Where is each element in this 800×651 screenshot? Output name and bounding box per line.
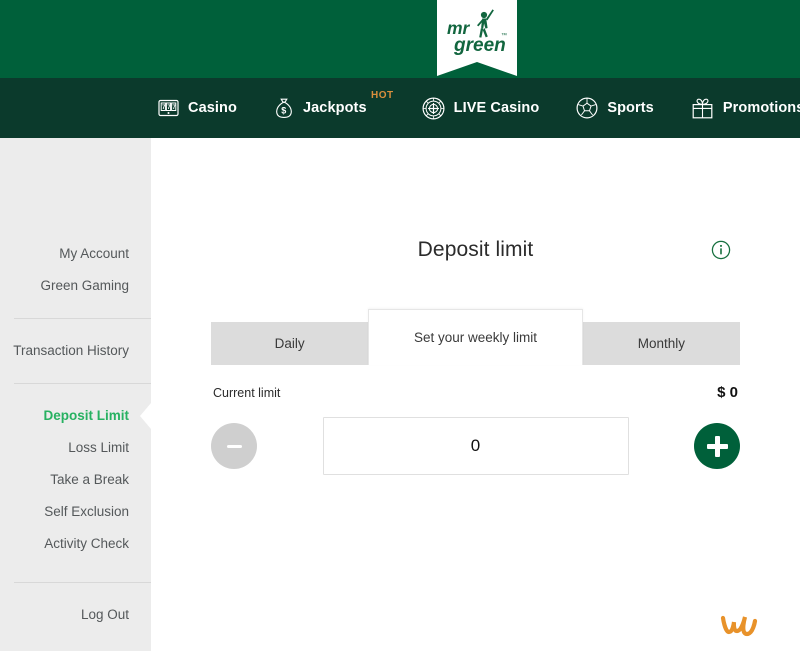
nav-label-casino: Casino <box>188 100 237 116</box>
sidebar-label: Self Exclusion <box>44 504 129 519</box>
sidebar-label: Deposit Limit <box>43 408 129 423</box>
sidebar-divider-3 <box>14 582 151 583</box>
tab-daily[interactable]: Daily <box>211 322 369 365</box>
logo-text-green: green <box>453 35 506 56</box>
plus-icon-vertical <box>714 435 720 457</box>
roulette-wheel-icon <box>422 97 445 120</box>
slot-machine-icon: 7 7 7 <box>158 98 179 118</box>
sidebar-item-log-out[interactable]: Log Out <box>0 599 129 631</box>
sidebar-group-limits: Deposit Limit Loss Limit Take a Break Se… <box>0 400 151 560</box>
sidebar-label: Loss Limit <box>68 440 129 455</box>
active-item-pointer <box>140 403 151 429</box>
sidebar-item-my-account[interactable]: My Account <box>0 238 129 270</box>
mr-green-logo-mark: mr green ™ <box>447 9 507 56</box>
top-brand-bar: mr green ™ <box>0 0 800 78</box>
mr-green-logo[interactable]: mr green ™ <box>437 0 517 76</box>
minus-icon <box>226 444 242 448</box>
w-partner-logo <box>720 612 760 643</box>
money-bag-icon: $ <box>274 97 294 119</box>
tab-label: Monthly <box>637 336 685 351</box>
page-title: Deposit limit <box>417 238 534 261</box>
sidebar-label: Log Out <box>80 607 129 622</box>
deposit-amount-input[interactable] <box>322 417 629 475</box>
sidebar-item-loss-limit[interactable]: Loss Limit <box>0 432 129 464</box>
deposit-amount-stepper <box>211 417 740 475</box>
increment-button[interactable] <box>694 423 740 469</box>
sidebar-item-activity-check[interactable]: Activity Check <box>0 528 129 560</box>
svg-text:7: 7 <box>167 105 171 111</box>
nav-item-promotions[interactable]: Promotions <box>691 98 800 119</box>
soccer-ball-icon <box>576 97 598 119</box>
decrement-button[interactable] <box>211 423 257 469</box>
info-circle-icon[interactable] <box>711 240 731 265</box>
nav-item-jackpots[interactable]: $ Jackpots HOT <box>274 90 393 119</box>
nav-label-live-casino: LIVE Casino <box>453 100 540 116</box>
current-limit-label: Current limit <box>213 386 281 400</box>
svg-text:7: 7 <box>162 105 166 111</box>
sidebar-item-green-gaming[interactable]: Green Gaming <box>0 270 129 302</box>
page-header: Deposit limit <box>211 238 740 270</box>
nav-item-sports[interactable]: Sports <box>576 97 654 119</box>
tab-label: Daily <box>274 336 305 351</box>
sidebar-label: Transaction History <box>13 343 129 358</box>
sidebar-group-session: Log Out <box>0 599 151 631</box>
nav-item-live-casino[interactable]: LIVE Casino <box>422 97 540 120</box>
sidebar-item-deposit-limit[interactable]: Deposit Limit <box>0 400 151 432</box>
sidebar-divider-2 <box>14 383 151 384</box>
current-limit-value: $ 0 <box>717 384 738 401</box>
account-sidebar: My Account Green Gaming Transaction Hist… <box>0 138 151 651</box>
sidebar-item-transaction-history[interactable]: Transaction History <box>0 335 129 367</box>
nav-label-sports: Sports <box>607 100 654 116</box>
sidebar-label: My Account <box>59 246 129 261</box>
tab-weekly[interactable]: Set your weekly limit <box>368 309 583 365</box>
sidebar-item-take-a-break[interactable]: Take a Break <box>0 464 129 496</box>
page-body: My Account Green Gaming Transaction Hist… <box>0 138 800 651</box>
hot-badge: HOT <box>371 90 394 101</box>
sidebar-label: Green Gaming <box>40 278 129 293</box>
main-navigation: 7 7 7 Casino $ Jackpots HOT LIVE Casino … <box>0 78 800 138</box>
nav-label-promotions: Promotions <box>722 100 800 116</box>
limit-period-tabs: Daily Set your weekly limit Monthly <box>211 309 740 365</box>
current-limit-row: Current limit $ 0 <box>211 384 740 401</box>
sidebar-group-account: My Account Green Gaming <box>0 238 151 302</box>
tab-monthly[interactable]: Monthly <box>582 322 740 365</box>
svg-text:7: 7 <box>172 105 176 111</box>
main-content: Deposit limit Daily Set your weekly limi… <box>151 138 800 651</box>
sidebar-divider-1 <box>14 318 151 319</box>
tab-label: Set your weekly limit <box>413 330 538 345</box>
sidebar-label: Activity Check <box>44 536 129 551</box>
sidebar-label: Take a Break <box>50 472 129 487</box>
logo-trademark: ™ <box>501 32 507 39</box>
sidebar-group-history: Transaction History <box>0 335 151 367</box>
sidebar-item-self-exclusion[interactable]: Self Exclusion <box>0 496 129 528</box>
gift-box-icon <box>691 98 714 119</box>
nav-label-jackpots: Jackpots <box>302 100 367 116</box>
svg-text:$: $ <box>281 106 286 116</box>
nav-item-casino[interactable]: 7 7 7 Casino <box>158 98 237 118</box>
